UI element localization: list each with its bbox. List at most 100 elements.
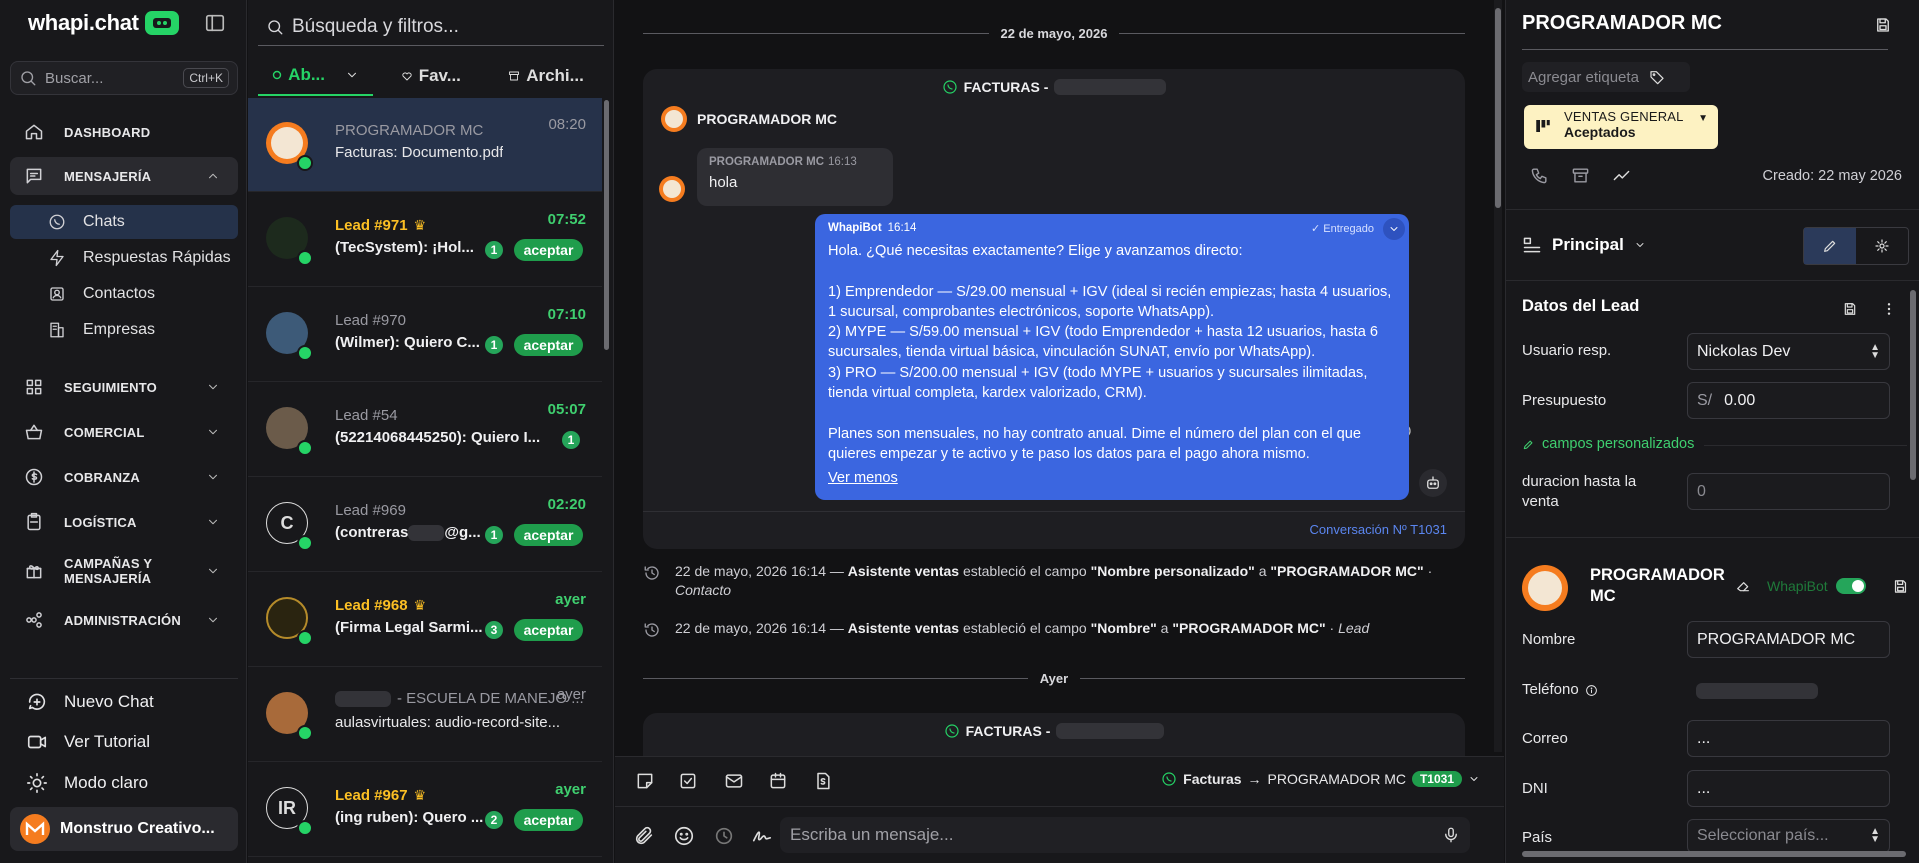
owner-select[interactable]: Nickolas Dev ▲ ▼ — [1687, 333, 1890, 370]
add-tag-input[interactable]: Agregar etiqueta — [1522, 62, 1690, 92]
chat-row[interactable]: Lead #971 ♛ (TecSystem): ¡Hol... 07:52 1 … — [248, 193, 602, 287]
accept-button[interactable]: aceptar — [514, 809, 583, 831]
bot-toggle-label: WhapiBot — [1767, 578, 1828, 594]
details-horizontal-scrollbar[interactable] — [1522, 851, 1906, 857]
building-icon — [50, 322, 64, 338]
emoji-icon[interactable] — [673, 825, 695, 847]
country-select[interactable]: Seleccionar país... ▲ ▼ — [1687, 819, 1890, 853]
nav-seguimiento[interactable]: SEGUIMIENTO — [10, 368, 238, 406]
accept-button[interactable]: aceptar — [514, 334, 583, 356]
mail-icon[interactable] — [724, 771, 744, 791]
bot-icon[interactable] — [1419, 469, 1447, 497]
subnav-chats[interactable]: Chats — [10, 205, 238, 239]
conversation-route[interactable]: Facturas → PROGRAMADOR MC T1031 — [1161, 771, 1480, 787]
eraser-icon[interactable] — [1735, 578, 1751, 594]
contact-name[interactable]: PROGRAMADOR MC — [1590, 565, 1730, 607]
save-icon[interactable] — [1874, 16, 1892, 34]
subnav-contactos[interactable]: Contactos — [10, 277, 238, 311]
chat-row[interactable]: Lead #968 ♛ (Firma Legal Sarmi... ayer 3 … — [248, 573, 602, 667]
tutorial-button[interactable]: Ver Tutorial — [26, 731, 150, 753]
nav-mensajeria[interactable]: MENSAJERÍA — [10, 157, 238, 195]
chat-last-message: (ing ruben): Quero ... — [335, 809, 484, 826]
accept-button[interactable]: aceptar — [514, 239, 583, 261]
app-logo[interactable]: whapi.chat — [28, 10, 179, 36]
chat-search-input[interactable]: Búsqueda y filtros... — [258, 8, 604, 46]
nodes-icon — [26, 612, 42, 628]
lead-actions — [1530, 166, 1631, 185]
nav-administracion[interactable]: ADMINISTRACIÓN — [10, 601, 238, 639]
conversation-contact[interactable]: PROGRAMADOR MC — [661, 106, 837, 132]
activity-icon[interactable] — [1612, 166, 1631, 185]
accept-button[interactable]: aceptar — [514, 619, 583, 641]
chat-row[interactable]: PROGRAMADOR MC Facturas: Documento.pdf 0… — [248, 98, 602, 192]
sidebar-search[interactable]: Buscar... Ctrl+K — [10, 61, 238, 95]
chat-row[interactable]: Lead #54 (52214068445250): Quiero I... 0… — [248, 383, 602, 477]
message-menu-chevron-icon[interactable] — [1383, 218, 1405, 240]
settings-button[interactable] — [1856, 228, 1908, 264]
budget-input[interactable]: S/ 0.00 — [1687, 382, 1890, 419]
save-icon[interactable] — [1842, 301, 1858, 317]
scheduled-message-icon[interactable] — [713, 825, 735, 847]
more-vertical-icon[interactable] — [1881, 301, 1897, 317]
duration-input[interactable]: 0 — [1687, 473, 1890, 510]
invoice-icon[interactable] — [813, 771, 833, 791]
subnav-respuestas-rapidas[interactable]: Respuestas Rápidas — [10, 241, 238, 275]
name-input[interactable]: PROGRAMADOR MC — [1687, 621, 1890, 658]
country-label: País — [1522, 829, 1553, 846]
account-name: Monstruo Creativo... — [60, 820, 215, 837]
pipeline-stage-select[interactable]: VENTAS GENERAL Aceptados ▼ — [1524, 105, 1718, 149]
contact-card-icon — [50, 287, 64, 301]
conversation-number-link[interactable]: Conversación Nº T1031 — [643, 511, 1465, 537]
chat-row[interactable]: IR Lead #967 ♛ (ing ruben): Quero ... aye… — [248, 763, 602, 857]
nav-comercial[interactable]: COMERCIAL — [10, 413, 238, 451]
tab-favoritos[interactable]: Fav... — [373, 56, 488, 96]
note-icon[interactable] — [635, 771, 655, 791]
incoming-message[interactable]: PROGRAMADOR MC 16:13 hola — [697, 148, 893, 206]
account-avatar — [20, 814, 50, 844]
dni-input[interactable]: ... — [1687, 770, 1890, 807]
nav-logistica[interactable]: LOGÍSTICA — [10, 503, 238, 541]
phone-icon[interactable] — [1530, 166, 1549, 185]
message-input[interactable]: Escriba un mensaje... — [780, 817, 1470, 853]
chat-row[interactable]: C Lead #969 (contreras @g... 02:20 1 acep… — [248, 478, 602, 572]
nav-dashboard[interactable]: DASHBOARD — [10, 113, 238, 151]
chat-time: 02:20 — [547, 496, 586, 513]
subnav-empresas[interactable]: Empresas — [10, 313, 238, 347]
light-mode-button[interactable]: Modo claro — [26, 772, 148, 794]
microphone-icon[interactable] — [1442, 826, 1460, 844]
bot-toggle-switch[interactable] — [1835, 578, 1866, 594]
show-less-link[interactable]: Ver menos — [828, 470, 1396, 486]
outgoing-message[interactable]: WhapiBot 16:14 ✓ Entregado Hola. ¿Qué ne… — [815, 214, 1409, 500]
edit-mode-button[interactable] — [1804, 228, 1856, 264]
calendar-icon[interactable] — [768, 771, 788, 791]
phone-input[interactable] — [1687, 672, 1890, 709]
tab-archivados[interactable]: Archi... — [488, 56, 603, 96]
new-chat-button[interactable]: Nuevo Chat — [26, 691, 154, 713]
chevron-down-icon[interactable] — [345, 68, 359, 82]
chat-list-scrollbar[interactable] — [604, 100, 609, 350]
tab-abiertos[interactable]: Ab... — [258, 56, 374, 96]
signature-icon[interactable] — [751, 825, 773, 847]
bot-toggle[interactable]: WhapiBot — [1767, 578, 1866, 594]
nav-campanas[interactable]: CAMPAÑAS Y MENSAJERÍA — [10, 553, 238, 589]
custom-fields-link[interactable]: campos personalizados — [1522, 436, 1907, 452]
save-icon[interactable] — [1892, 578, 1909, 595]
lead-title[interactable]: PROGRAMADOR MC — [1522, 12, 1722, 35]
email-input[interactable]: ... — [1687, 720, 1890, 757]
chat-row[interactable]: Lead #970 (Wilmer): Quiero C... 07:10 1 … — [248, 288, 602, 382]
conversation-scrollbar[interactable] — [1494, 0, 1502, 752]
info-icon[interactable] — [1585, 684, 1598, 697]
bottom-label: Modo claro — [64, 773, 149, 792]
chat-row[interactable]: - ESCUELA DE MANEJO ... aulasvirtuales: … — [248, 668, 602, 762]
task-check-icon[interactable] — [678, 771, 698, 791]
details-vertical-scrollbar[interactable] — [1910, 290, 1916, 480]
nav-cobranza[interactable]: COBRANZA — [10, 458, 238, 496]
accept-button[interactable]: aceptar — [514, 524, 583, 546]
account-menu[interactable]: Monstruo Creativo... — [10, 807, 238, 851]
view-selector[interactable]: Principal — [1522, 235, 1646, 255]
whatsapp-icon — [943, 80, 957, 94]
archive-icon[interactable] — [1571, 166, 1590, 185]
attach-icon[interactable] — [633, 825, 655, 847]
delivery-status: ✓ Entregado — [1310, 223, 1374, 235]
sidebar-toggle-icon[interactable] — [204, 12, 228, 36]
